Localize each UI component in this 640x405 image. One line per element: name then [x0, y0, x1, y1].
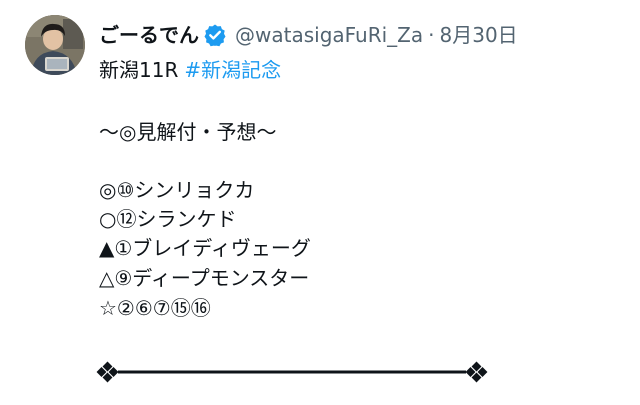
- pick-line-tanana: ▲①ブレイディヴェーグ: [99, 236, 311, 260]
- pick-line-taikou: ○⑫シランケド: [99, 207, 237, 231]
- avatar[interactable]: [25, 15, 85, 75]
- separator-dot: ·: [428, 23, 435, 47]
- tweet-heading: 〜◎見解付・予想〜: [99, 120, 277, 144]
- pick-line-renka: △⑨ディープモンスター: [99, 266, 310, 290]
- race-label: 新潟11R: [99, 58, 179, 82]
- tweet-line-race: 新潟11R #新潟記念: [99, 55, 281, 85]
- hashtag-link[interactable]: #新潟記念: [184, 58, 281, 82]
- pick-line-honmei: ◎⑩シンリョクカ: [99, 178, 255, 202]
- user-handle[interactable]: @watasigaFuRi_Za: [235, 20, 423, 50]
- display-name[interactable]: ごーるでん: [99, 20, 199, 50]
- tweet: ごーるでん @watasigaFuRi_Za · 8月30日 新潟11R #新潟記…: [0, 0, 640, 405]
- tweet-date[interactable]: 8月30日: [440, 20, 518, 50]
- avatar-image: [25, 15, 85, 75]
- tweet-header: ごーるでん @watasigaFuRi_Za · 8月30日: [99, 20, 518, 50]
- verified-badge-icon: [203, 23, 227, 47]
- ornamental-divider: [96, 358, 488, 386]
- pick-line-hoshi: ☆②⑥⑦⑮⑯: [99, 296, 211, 320]
